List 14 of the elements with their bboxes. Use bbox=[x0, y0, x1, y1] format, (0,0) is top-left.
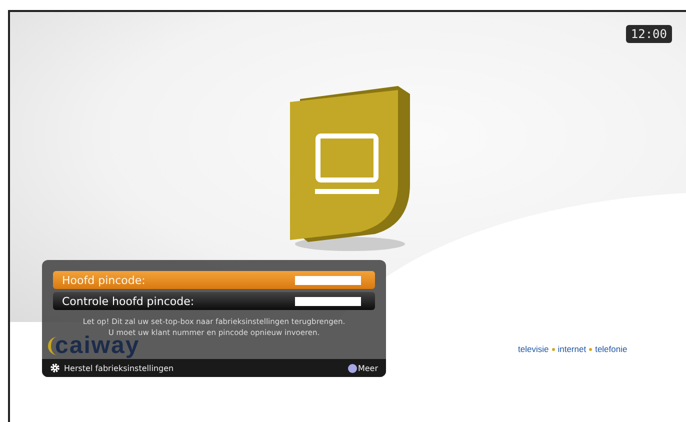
tagline-word: telefonie bbox=[595, 344, 628, 354]
tagline-word: televisie bbox=[518, 344, 549, 354]
tagline-word: internet bbox=[558, 344, 586, 354]
field-label: Controle hoofd pincode: bbox=[62, 294, 194, 308]
dot-icon bbox=[552, 348, 555, 350]
clock: 12:00 bbox=[626, 25, 672, 43]
pincode-row[interactable]: Controle hoofd pincode: bbox=[53, 292, 375, 310]
input-field[interactable] bbox=[295, 276, 361, 284]
gear-icon bbox=[50, 363, 60, 373]
field-label: Hoofd pincode: bbox=[62, 274, 146, 286]
more-button[interactable]: Meer bbox=[348, 364, 378, 372]
dot-icon bbox=[589, 348, 592, 350]
input-field[interactable] bbox=[295, 296, 361, 306]
footer-title: Herstel fabrieksinstellingen bbox=[64, 364, 174, 372]
